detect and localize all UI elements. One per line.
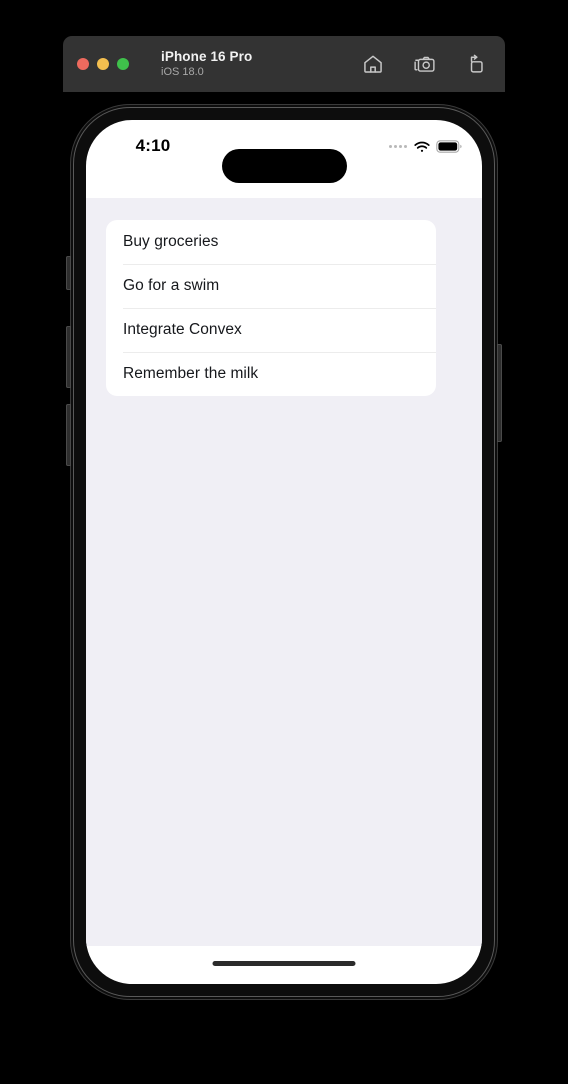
volume-up-button[interactable]	[66, 326, 71, 388]
list-item[interactable]: Remember the milk	[106, 352, 436, 396]
app-content-area: Buy groceries Go for a swim Integrate Co…	[86, 198, 482, 946]
list-item[interactable]: Integrate Convex	[106, 308, 436, 352]
window-controls	[77, 58, 129, 70]
action-button[interactable]	[66, 256, 71, 290]
dynamic-island	[222, 149, 347, 183]
rotate-device-button[interactable]	[463, 52, 487, 76]
volume-down-button[interactable]	[66, 404, 71, 466]
phone-frame: 4:10 Buy groceries Go for a swim Integra…	[66, 104, 502, 1000]
home-button[interactable]	[361, 52, 385, 76]
simulator-toolbar	[361, 52, 487, 76]
status-bar: 4:10	[86, 120, 482, 183]
todo-list-card: Buy groceries Go for a swim Integrate Co…	[106, 220, 436, 396]
phone-screen: 4:10 Buy groceries Go for a swim Integra…	[86, 120, 482, 984]
todo-label: Go for a swim	[123, 277, 220, 294]
power-button[interactable]	[497, 344, 502, 442]
home-indicator[interactable]	[212, 961, 356, 966]
close-window-button[interactable]	[77, 58, 89, 70]
list-item[interactable]: Buy groceries	[106, 220, 436, 264]
os-version: iOS 18.0	[161, 66, 204, 79]
wifi-icon	[414, 141, 430, 153]
todo-label: Buy groceries	[123, 233, 219, 250]
cellular-dots-icon	[389, 145, 407, 148]
todo-label: Remember the milk	[123, 365, 259, 382]
status-indicators	[389, 140, 462, 153]
screenshot-button[interactable]	[412, 52, 436, 76]
screenshot-camera-icon	[413, 53, 436, 76]
home-icon	[362, 53, 384, 75]
maximize-window-button[interactable]	[117, 58, 129, 70]
battery-full-icon	[436, 140, 462, 153]
status-time: 4:10	[135, 136, 171, 155]
device-name: iPhone 16 Pro	[161, 48, 253, 64]
minimize-window-button[interactable]	[97, 58, 109, 70]
list-item[interactable]: Go for a swim	[106, 264, 436, 308]
device-title-group: iPhone 16 Pro iOS 18.0	[161, 49, 252, 79]
rotate-device-icon	[464, 53, 486, 75]
todo-label: Integrate Convex	[123, 321, 242, 338]
simulator-title-bar: iPhone 16 Pro iOS 18.0	[63, 36, 505, 92]
